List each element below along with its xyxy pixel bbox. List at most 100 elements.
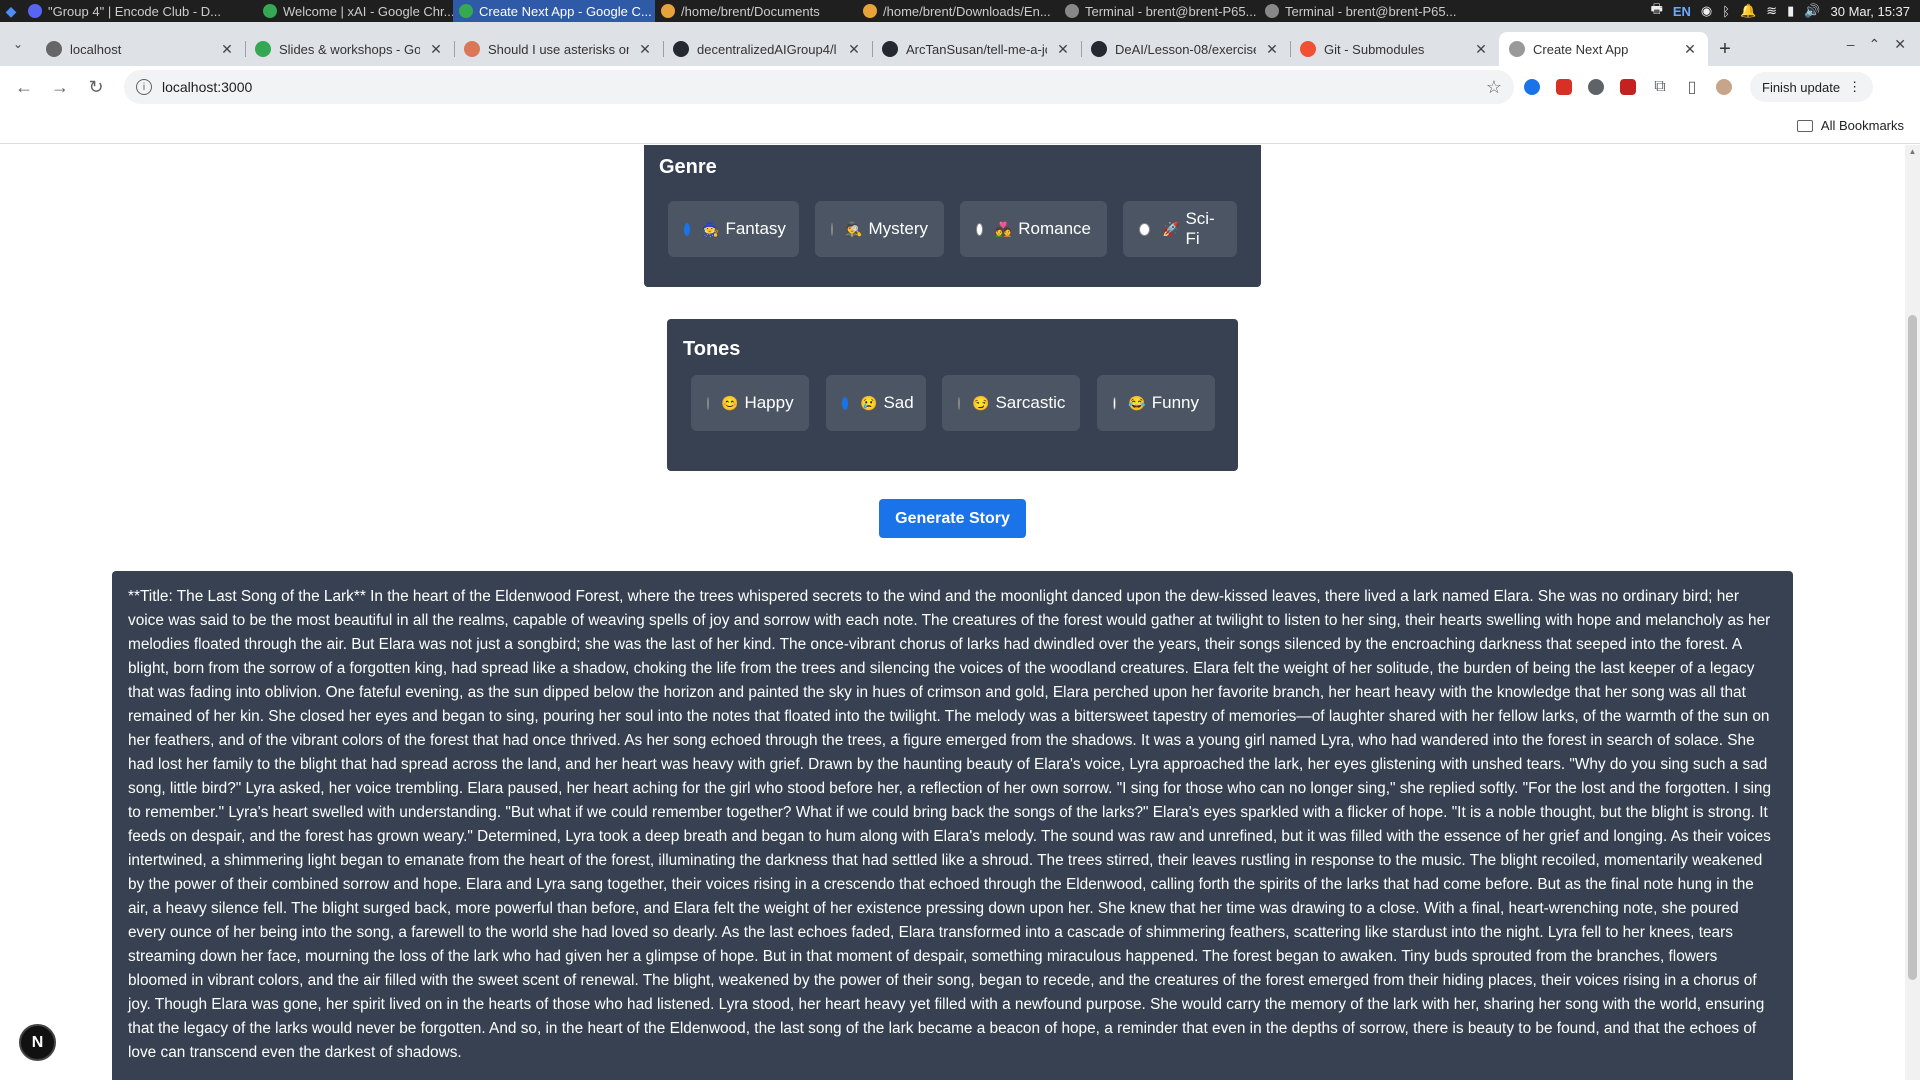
browser-tab[interactable]: decentralizedAIGroup4/l ✕ [663, 32, 872, 66]
browser-tab[interactable]: DeAI/Lesson-08/exercise ✕ [1081, 32, 1290, 66]
os-task-1[interactable]: Welcome | xAI - Google Chr... [257, 0, 453, 22]
bluetooth-icon[interactable]: ᛒ [1722, 4, 1730, 19]
close-tab-icon[interactable]: ✕ [1473, 41, 1489, 58]
os-taskbar: ◆ "Group 4" | Encode Club - D... Welcome … [0, 0, 1920, 22]
os-task-label: Welcome | xAI - Google Chr... [283, 3, 453, 19]
emoji-icon: 😂 [1128, 394, 1146, 411]
close-tab-icon[interactable]: ✕ [637, 41, 653, 58]
tab-title: Create Next App [1533, 41, 1629, 57]
option-label: Mystery [868, 219, 929, 238]
discord-icon[interactable]: ◉ [1701, 3, 1712, 19]
emoji-icon: 😊 [721, 394, 739, 411]
option-label: Sarcastic [995, 393, 1066, 412]
github-icon [673, 41, 689, 57]
radio-button[interactable] [1113, 396, 1117, 410]
radio-button[interactable] [958, 396, 960, 410]
extension-icon-1[interactable] [1518, 73, 1546, 101]
os-task-0[interactable]: "Group 4" | Encode Club - D... [22, 0, 257, 22]
radio-button[interactable] [684, 222, 690, 236]
genre-option-fantasy[interactable]: 🧙 Fantasy [668, 201, 799, 257]
tones-option-sad[interactable]: 😢 Sad [826, 375, 926, 431]
new-tab-button[interactable]: + [1708, 32, 1742, 66]
story-output: **Title: The Last Song of the Lark** In … [112, 571, 1793, 1080]
browser-tab[interactable]: Git - Submodules ✕ [1290, 32, 1499, 66]
os-task-2[interactable]: Create Next App - Google C... [453, 0, 655, 22]
option-label: Sad [883, 393, 914, 412]
battery-icon[interactable]: ▮ [1787, 3, 1794, 19]
browser-tab[interactable]: Create Next App ✕ [1499, 32, 1708, 66]
extension-icon-2[interactable] [1550, 73, 1578, 101]
tones-option-sarcastic[interactable]: 😏 Sarcastic [942, 375, 1080, 431]
app-icon [1065, 4, 1079, 18]
tones-heading: Tones [683, 338, 741, 360]
tab-title: localhost [70, 41, 122, 57]
page-scrollbar[interactable]: ▲ [1905, 145, 1920, 1080]
tab-search-icon[interactable]: ⌄ [0, 22, 36, 66]
radio-button[interactable] [831, 222, 834, 236]
extension-icon-3[interactable] [1582, 73, 1610, 101]
browser-tab[interactable]: ArcTanSusan/tell-me-a-jo ✕ [872, 32, 1081, 66]
genre-option-mystery[interactable]: 🕵 Mystery [815, 201, 944, 257]
address-bar[interactable]: i localhost:3000 ☆ [124, 70, 1514, 104]
site-info-icon[interactable]: i [136, 79, 152, 95]
nextjs-dev-badge[interactable]: N [19, 1024, 56, 1061]
maximize-icon[interactable]: ⌃ [1869, 36, 1881, 53]
genre-option-romance[interactable]: 💑 Romance [960, 201, 1107, 257]
os-task-label: /home/brent/Documents [681, 3, 820, 19]
browser-toolbar: ← → ↻ i localhost:3000 ☆ ⧉ ▯ Finish upda… [0, 66, 1920, 108]
clock[interactable]: 30 Mar, 15:37 [1831, 4, 1911, 19]
extensions-puzzle-icon[interactable]: ⧉ [1646, 73, 1674, 101]
radio-button[interactable] [842, 396, 848, 410]
genre-option-scifi[interactable]: 🚀 Sci-Fi [1123, 201, 1237, 257]
close-tab-icon[interactable]: ✕ [846, 41, 862, 58]
profile-avatar[interactable] [1710, 73, 1738, 101]
bookmark-star-icon[interactable]: ☆ [1486, 77, 1502, 98]
minimize-icon[interactable]: – [1847, 36, 1855, 52]
close-tab-icon[interactable]: ✕ [219, 41, 235, 58]
radio-button[interactable] [1139, 222, 1150, 236]
side-panel-icon[interactable]: ▯ [1678, 73, 1706, 101]
window-controls: – ⌃ ✕ [1847, 22, 1920, 66]
back-button[interactable]: ← [8, 71, 40, 103]
finish-update-label: Finish update [1762, 79, 1841, 95]
browser-tab[interactable]: Should I use asterisks or ✕ [454, 32, 663, 66]
app-icon [661, 4, 675, 18]
finish-update-button[interactable]: Finish update ⋮ [1750, 72, 1874, 102]
printer-icon[interactable]: 🖶 [1651, 0, 1663, 22]
close-tab-icon[interactable]: ✕ [428, 41, 444, 58]
generate-story-button[interactable]: Generate Story [879, 499, 1026, 538]
github-icon [1091, 41, 1107, 57]
scroll-up-icon[interactable]: ▲ [1908, 147, 1917, 156]
url-text[interactable]: localhost:3000 [162, 79, 1476, 95]
folder-icon [1796, 119, 1813, 132]
radio-button[interactable] [976, 222, 983, 236]
close-window-icon[interactable]: ✕ [1894, 36, 1906, 53]
tab-title: Slides & workshops - Goo [279, 41, 420, 57]
emoji-icon: 🚀 [1162, 220, 1180, 237]
os-task-6[interactable]: Terminal - brent@brent-P65... [1259, 0, 1459, 22]
keyboard-layout[interactable]: EN [1673, 4, 1691, 19]
tones-option-happy[interactable]: 😊 Happy [691, 375, 809, 431]
close-tab-icon[interactable]: ✕ [1055, 41, 1071, 58]
notification-icon[interactable]: 🔔 [1740, 3, 1756, 19]
extension-icon-4[interactable] [1614, 73, 1642, 101]
forward-button[interactable]: → [44, 71, 76, 103]
reload-button[interactable]: ↻ [80, 71, 112, 103]
tones-option-funny[interactable]: 😂 Funny [1097, 375, 1215, 431]
close-tab-icon[interactable]: ✕ [1682, 41, 1698, 58]
all-bookmarks-link[interactable]: All Bookmarks [1821, 118, 1904, 133]
scrollbar-thumb[interactable] [1908, 315, 1917, 980]
os-task-4[interactable]: /home/brent/Downloads/En... [857, 0, 1059, 22]
browser-tab[interactable]: localhost ✕ [36, 32, 245, 66]
app-icon [1265, 4, 1279, 18]
os-task-3[interactable]: /home/brent/Documents [655, 0, 857, 22]
app-icon [263, 4, 277, 18]
volume-icon[interactable]: 🔊 [1804, 3, 1820, 19]
browser-tab[interactable]: Slides & workshops - Goo ✕ [245, 32, 454, 66]
os-task-5[interactable]: Terminal - brent@brent-P65... [1059, 0, 1259, 22]
emoji-icon: 🕵 [845, 220, 863, 237]
os-menu-icon[interactable]: ◆ [0, 0, 22, 22]
wifi-icon[interactable]: ≋ [1766, 3, 1777, 19]
close-tab-icon[interactable]: ✕ [1264, 41, 1280, 58]
radio-button[interactable] [707, 396, 709, 410]
